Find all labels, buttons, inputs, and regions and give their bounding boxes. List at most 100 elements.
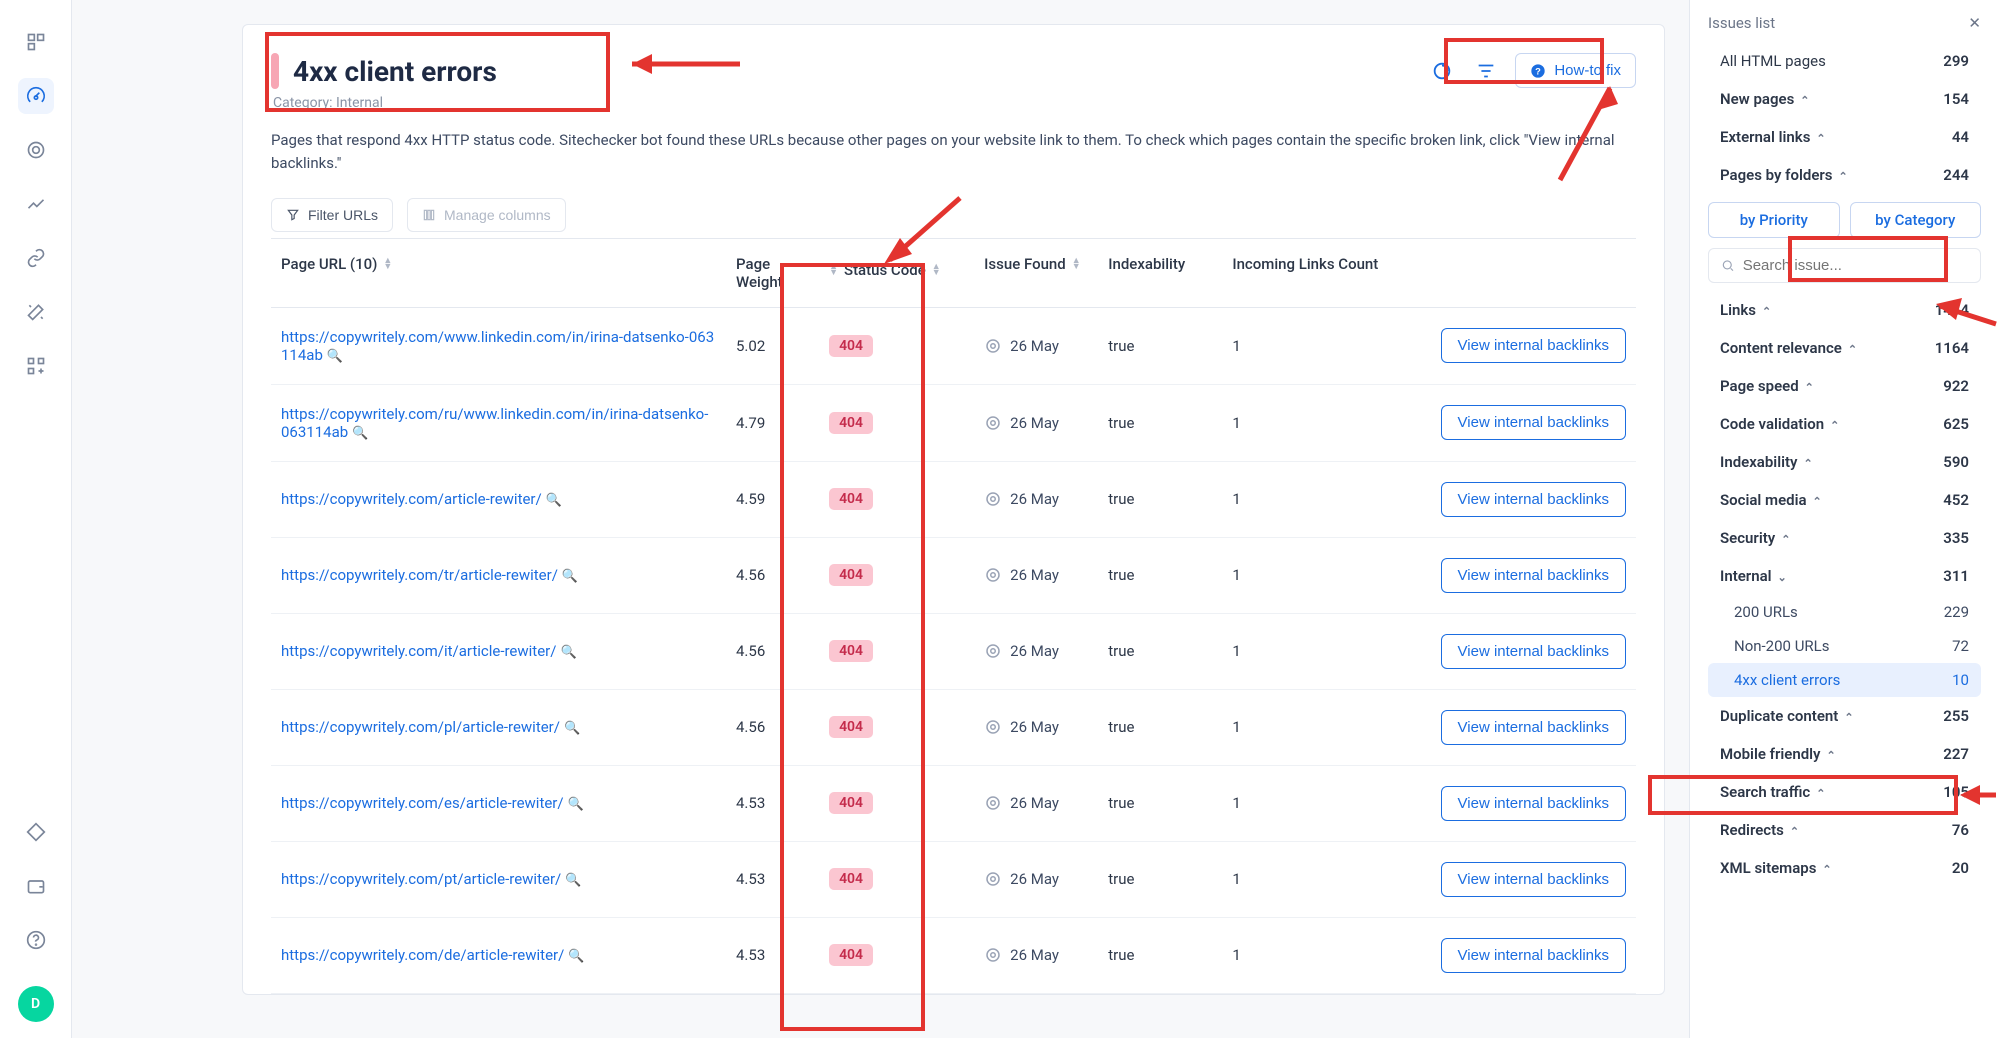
status-badge: 404 — [829, 564, 873, 586]
view-backlinks-button[interactable]: View internal backlinks — [1441, 558, 1626, 593]
page-url-link[interactable]: https://copywritely.com/de/article-rewit… — [281, 946, 564, 964]
status-badge: 404 — [829, 640, 873, 662]
cell-found: 26 May — [1010, 794, 1059, 812]
cell-weight: 4.59 — [726, 461, 819, 537]
page-url-link[interactable]: https://copywritely.com/it/article-rewit… — [281, 642, 556, 660]
category-social-media[interactable]: Social media⌃452 — [1708, 481, 1981, 519]
cell-found: 26 May — [1010, 718, 1059, 736]
category-redirects[interactable]: Redirects⌃76 — [1708, 811, 1981, 849]
internal-child-200-urls[interactable]: 200 URLs229 — [1708, 595, 1981, 629]
nav-dashboard-icon[interactable] — [18, 24, 54, 60]
category-xml-sitemaps[interactable]: XML sitemaps⌃20 — [1708, 849, 1981, 887]
category-content-relevance[interactable]: Content relevance⌃1164 — [1708, 329, 1981, 367]
page-url-link[interactable]: https://copywritely.com/es/article-rewit… — [281, 794, 564, 812]
cell-weight: 4.56 — [726, 613, 819, 689]
view-backlinks-button[interactable]: View internal backlinks — [1441, 786, 1626, 821]
view-backlinks-button[interactable]: View internal backlinks — [1441, 862, 1626, 897]
col-url[interactable]: Page URL (10)▲▼ — [271, 238, 726, 307]
nav-wand-icon[interactable] — [18, 294, 54, 330]
nav-trend-icon[interactable] — [18, 186, 54, 222]
page-url-link[interactable]: https://copywritely.com/tr/article-rewit… — [281, 566, 558, 584]
category-mobile-friendly[interactable]: Mobile friendly⌃227 — [1708, 735, 1981, 773]
view-backlinks-button[interactable]: View internal backlinks — [1441, 938, 1626, 973]
magnify-icon[interactable]: 🔍 — [327, 349, 343, 364]
category-code-validation[interactable]: Code validation⌃625 — [1708, 405, 1981, 443]
category-line: Category: Internal — [273, 95, 497, 111]
table-row: https://copywritely.com/it/article-rewit… — [271, 613, 1636, 689]
page-url-link[interactable]: https://copywritely.com/article-rewiter/ — [281, 490, 542, 508]
manage-columns-button[interactable]: Manage columns — [407, 198, 566, 232]
page-url-link[interactable]: https://copywritely.com/www.linkedin.com… — [281, 328, 714, 364]
cell-found: 26 May — [1010, 566, 1059, 584]
category-links[interactable]: Links⌃1414 — [1708, 291, 1981, 329]
col-incoming[interactable]: Incoming Links Count — [1222, 238, 1408, 307]
howto-fix-button[interactable]: ? How-to fix — [1515, 53, 1636, 88]
view-backlinks-button[interactable]: View internal backlinks — [1441, 405, 1626, 440]
page-url-link[interactable]: https://copywritely.com/ru/www.linkedin.… — [281, 405, 708, 441]
cell-incoming: 1 — [1222, 841, 1408, 917]
internal-child-4xx-client-errors[interactable]: 4xx client errors10 — [1708, 663, 1981, 697]
cell-weight: 4.53 — [726, 765, 819, 841]
rp-section-new-pages[interactable]: New pages⌃154 — [1708, 80, 1981, 118]
target-icon — [984, 490, 1002, 508]
table-row: https://copywritely.com/pl/article-rewit… — [271, 689, 1636, 765]
target-icon — [984, 718, 1002, 736]
cell-incoming: 1 — [1222, 689, 1408, 765]
issues-list-panel: Issues list ✕ All HTML pages 299 New pag… — [1689, 0, 1999, 1038]
nav-link-icon[interactable] — [18, 240, 54, 276]
magnify-icon[interactable]: 🔍 — [560, 645, 576, 660]
category-security[interactable]: Security⌃335 — [1708, 519, 1981, 557]
toggle-by-priority[interactable]: by Priority — [1708, 202, 1840, 238]
view-backlinks-button[interactable]: View internal backlinks — [1441, 634, 1626, 669]
col-weight[interactable]: Page Weight — [726, 238, 819, 307]
category-search-traffic[interactable]: Search traffic⌃105 — [1708, 773, 1981, 811]
col-status[interactable]: ▲▼Status Code▲▼ — [819, 238, 974, 307]
magnify-icon[interactable]: 🔍 — [565, 873, 581, 888]
rp-section-pages-by-folders[interactable]: Pages by folders⌃244 — [1708, 156, 1981, 194]
view-backlinks-button[interactable]: View internal backlinks — [1441, 328, 1626, 363]
view-backlinks-button[interactable]: View internal backlinks — [1441, 710, 1626, 745]
target-icon — [984, 870, 1002, 888]
left-nav-sidebar: D — [0, 0, 72, 1038]
nav-wallet-icon[interactable] — [18, 868, 54, 904]
category-indexability[interactable]: Indexability⌃590 — [1708, 443, 1981, 481]
magnify-icon[interactable]: 🔍 — [352, 426, 368, 441]
col-found[interactable]: Issue Found▲▼ — [974, 238, 1098, 307]
page-url-link[interactable]: https://copywritely.com/pl/article-rewit… — [281, 718, 560, 736]
page-url-link[interactable]: https://copywritely.com/pt/article-rewit… — [281, 870, 561, 888]
rp-section-external-links[interactable]: External links⌃44 — [1708, 118, 1981, 156]
search-issue-input[interactable] — [1708, 248, 1981, 283]
magnify-icon[interactable]: 🔍 — [568, 797, 584, 812]
magnify-icon[interactable]: 🔍 — [564, 721, 580, 736]
cell-incoming: 1 — [1222, 461, 1408, 537]
table-row: https://copywritely.com/ru/www.linkedin.… — [271, 384, 1636, 461]
status-badge: 404 — [829, 944, 873, 966]
magnify-icon[interactable]: 🔍 — [568, 949, 584, 964]
refresh-icon[interactable] — [1427, 56, 1457, 86]
close-icon[interactable]: ✕ — [1968, 14, 1981, 32]
nav-diamond-icon[interactable] — [18, 814, 54, 850]
target-icon — [984, 337, 1002, 355]
col-index[interactable]: Indexability — [1098, 238, 1222, 307]
cell-index: true — [1098, 461, 1222, 537]
sort-icon[interactable] — [1471, 56, 1501, 86]
all-html-pages-row[interactable]: All HTML pages 299 — [1708, 42, 1981, 80]
magnify-icon[interactable]: 🔍 — [562, 569, 578, 584]
internal-child-non-200-urls[interactable]: Non-200 URLs72 — [1708, 629, 1981, 663]
nav-speed-icon[interactable] — [18, 78, 54, 114]
user-avatar[interactable]: D — [18, 986, 54, 1022]
magnify-icon[interactable]: 🔍 — [546, 493, 562, 508]
category-duplicate-content[interactable]: Duplicate content⌃255 — [1708, 697, 1981, 735]
toggle-by-category[interactable]: by Category — [1850, 202, 1982, 238]
nav-apps-icon[interactable] — [18, 348, 54, 384]
filter-urls-button[interactable]: Filter URLs — [271, 198, 393, 232]
nav-help-icon[interactable] — [18, 922, 54, 958]
nav-target-icon[interactable] — [18, 132, 54, 168]
cell-index: true — [1098, 537, 1222, 613]
target-icon — [984, 642, 1002, 660]
category-page-speed[interactable]: Page speed⌃922 — [1708, 367, 1981, 405]
table-row: https://copywritely.com/www.linkedin.com… — [271, 307, 1636, 384]
view-backlinks-button[interactable]: View internal backlinks — [1441, 482, 1626, 517]
title-accent-bar — [271, 53, 279, 89]
category-internal[interactable]: Internal⌄ 311 — [1708, 557, 1981, 595]
